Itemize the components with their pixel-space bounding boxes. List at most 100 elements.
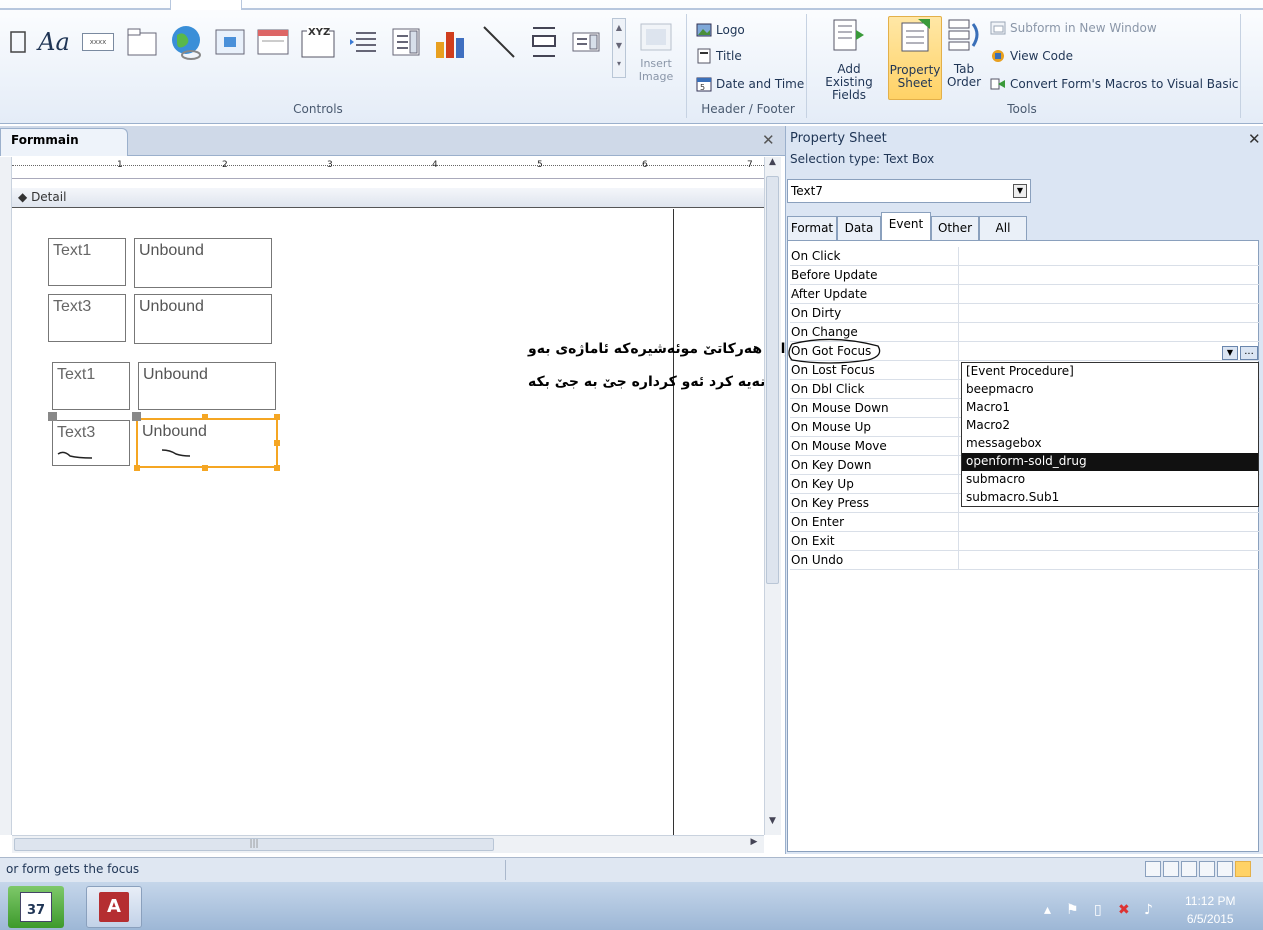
property-value[interactable] [958,266,1260,284]
date-and-time-button[interactable]: 5 Date and Time [696,74,804,94]
layout-view-icon[interactable] [1217,861,1233,877]
resize-handle[interactable] [134,465,140,471]
scroll-right-arrow-icon[interactable]: ▶ [746,837,762,851]
label-text1[interactable]: Text1 [52,362,130,410]
tab-order-button[interactable]: Tab Order [944,16,984,100]
pivot-table-view-icon[interactable] [1181,861,1197,877]
property-row-on-exit[interactable]: On Exit [790,532,1260,551]
tab-control-icon[interactable] [124,18,160,66]
add-existing-fields-button[interactable]: Add Existing Fields [812,16,886,102]
tray-clock[interactable]: 11:12 PM 6/5/2015 [1185,892,1235,928]
design-view-icon[interactable] [1235,861,1251,877]
web-browser-control-icon[interactable] [212,18,248,66]
gallery-scroll-buttons[interactable]: ▲ ▼ ▾ [612,18,626,78]
hyperlink-globe-icon[interactable] [166,18,206,66]
resize-handle[interactable] [274,465,280,471]
property-row-on-dirty[interactable]: On Dirty [790,304,1260,323]
label-text1[interactable]: Text1 [48,238,126,286]
close-document-icon[interactable]: ✕ [762,131,775,149]
dropdown-option[interactable]: submacro [962,471,1258,489]
property-name: Before Update [791,268,878,282]
builder-ellipsis-icon[interactable]: ... [1240,346,1258,360]
select-control-icon[interactable] [4,18,34,66]
form-right-edge[interactable] [673,209,674,835]
object-selector-combo[interactable]: Text7 [787,179,1031,203]
property-value[interactable] [958,513,1260,531]
show-hidden-icons-icon[interactable]: ▴ [1044,902,1051,918]
dropdown-option[interactable]: messagebox [962,435,1258,453]
convert-macros-button[interactable]: Convert Form's Macros to Visual Basic [990,74,1239,94]
chevron-down-icon[interactable]: ▼ [1222,346,1238,360]
property-row-before-update[interactable]: Before Update [790,266,1260,285]
network-icon[interactable]: ✖ [1118,902,1130,918]
textbox-unbound[interactable]: Unbound [134,238,272,288]
property-value[interactable] [958,285,1260,303]
detail-section-bar[interactable]: ◆ Detail [12,188,764,208]
property-value[interactable] [958,551,1260,569]
label-control-icon[interactable]: Aa [34,18,74,66]
tab-all[interactable]: All [979,216,1027,240]
logo-label: Logo [716,23,745,37]
scroll-down-arrow-icon[interactable]: ▼ [764,816,781,832]
dropdown-option[interactable]: Macro1 [962,399,1258,417]
tab-event[interactable]: Event [881,212,931,241]
tab-other[interactable]: Other [931,216,979,240]
close-property-sheet-icon[interactable]: ✕ [1248,130,1261,148]
resize-handle[interactable] [202,465,208,471]
property-value[interactable] [958,247,1260,265]
resize-handle[interactable] [274,440,280,446]
property-value[interactable] [958,304,1260,322]
document-tab-title: Formmain [11,133,79,147]
page-break-icon[interactable] [346,18,380,66]
dropdown-option[interactable]: beepmacro [962,381,1258,399]
horizontal-scroll-thumb[interactable]: ||| [14,838,494,851]
logo-button[interactable]: Logo [696,20,745,40]
insert-image-button[interactable]: Insert Image [636,20,676,100]
scroll-up-arrow-icon[interactable]: ▲ [764,157,781,173]
taskbar-access-app[interactable]: A [86,886,142,928]
list-box-icon[interactable] [568,18,604,66]
dropdown-option[interactable]: submacro.Sub1 [962,489,1258,507]
chevron-down-icon[interactable]: ▼ [1013,184,1027,198]
volume-icon[interactable]: ♪ [1144,902,1153,918]
textbox-unbound-selected[interactable]: Unbound [136,418,278,468]
vertical-scroll-thumb[interactable] [766,176,779,584]
move-handle[interactable] [48,412,57,421]
action-center-flag-icon[interactable]: ⚑ [1066,902,1079,918]
document-tab-formmain[interactable]: Formmain [0,128,128,156]
dropdown-option[interactable]: [Event Procedure] [962,363,1258,381]
datasheet-view-icon[interactable] [1163,861,1179,877]
chart-icon[interactable] [430,18,470,66]
option-group-xyz-icon[interactable]: XYZ [298,18,338,66]
move-handle[interactable] [132,412,141,421]
dropdown-option-selected[interactable]: openform-sold_drug [962,453,1258,471]
view-code-button[interactable]: View Code [990,46,1073,66]
property-row-on-undo[interactable]: On Undo [790,551,1260,570]
navigation-control-icon[interactable] [254,18,292,66]
form-view-icon[interactable] [1145,861,1161,877]
title-button[interactable]: Title [696,46,742,66]
property-row-after-update[interactable]: After Update [790,285,1260,304]
property-value[interactable] [958,532,1260,550]
property-row-on-click[interactable]: On Click [790,247,1260,266]
toggle-button-icon[interactable] [524,18,564,66]
property-sheet-button[interactable]: Property Sheet [888,16,942,100]
property-row-on-enter[interactable]: On Enter [790,513,1260,532]
resize-handle[interactable] [202,414,208,420]
tab-format[interactable]: Format [787,216,837,240]
taskbar-calendar-app[interactable]: 37 [8,886,64,928]
battery-icon[interactable]: ▯ [1094,902,1102,918]
resize-handle[interactable] [274,414,280,420]
subform-in-new-window-button[interactable]: Subform in New Window [990,18,1157,38]
tab-data[interactable]: Data [837,216,881,240]
textbox-unbound[interactable]: Unbound [138,362,276,410]
pivot-chart-view-icon[interactable] [1199,861,1215,877]
line-control-icon[interactable] [476,18,520,66]
combo-box-icon[interactable] [388,18,424,66]
property-value[interactable] [958,342,1260,360]
label-text3[interactable]: Text3 [48,294,126,342]
textbox-unbound[interactable]: Unbound [134,294,272,344]
textbox-control-icon[interactable]: xxxx [80,18,116,66]
dropdown-option[interactable]: Macro2 [962,417,1258,435]
property-value[interactable] [958,323,1260,341]
